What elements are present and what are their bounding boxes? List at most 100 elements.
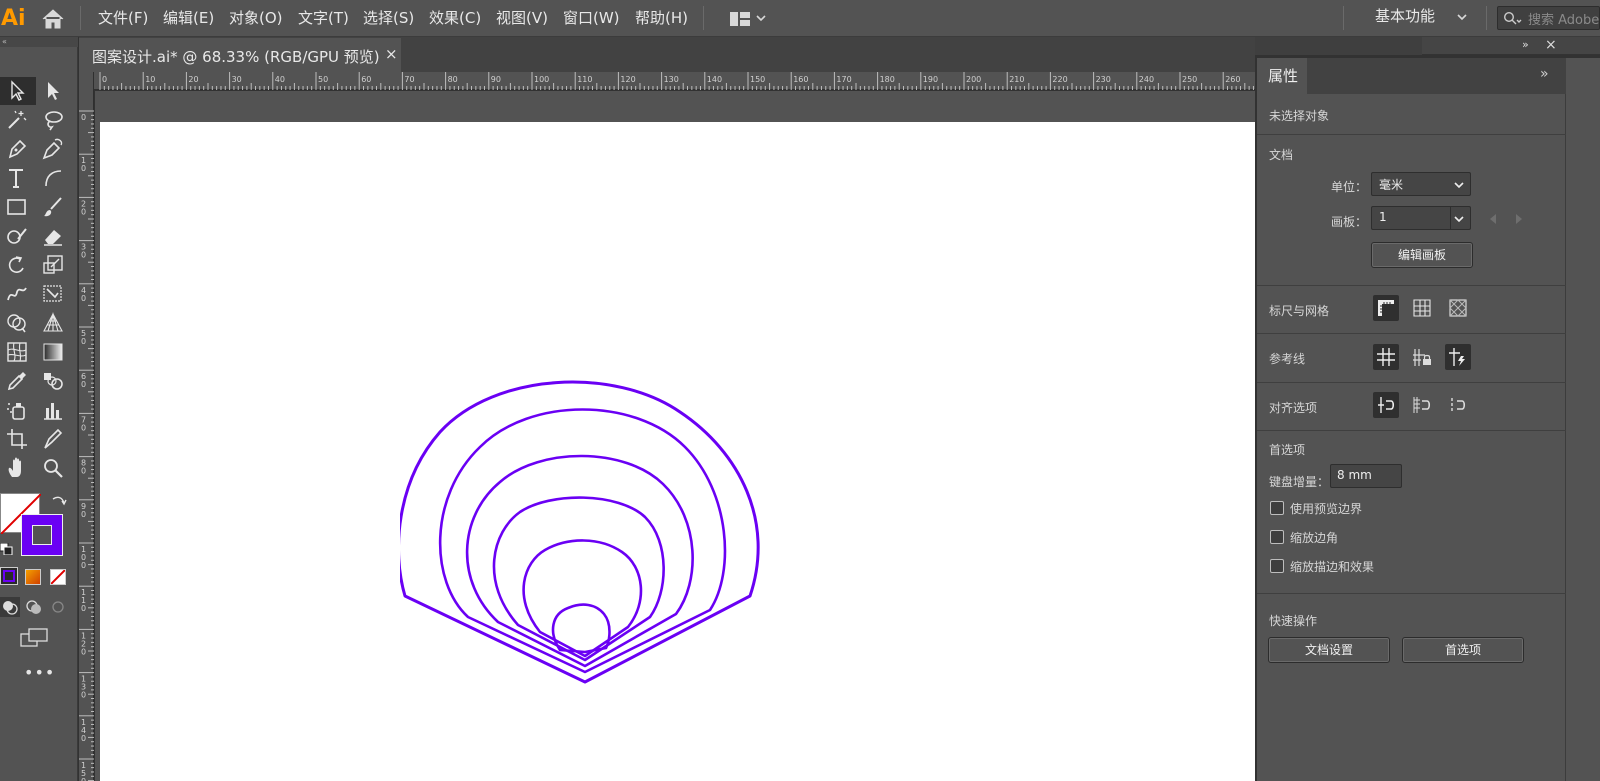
rulers-grids-label: 标尺与网格 [1269, 304, 1330, 318]
transparency-grid-button[interactable] [1445, 295, 1471, 321]
draw-normal-button[interactable] [0, 597, 20, 617]
search-input[interactable]: 搜索 Adobe [1497, 6, 1600, 30]
pen-tool[interactable] [0, 135, 36, 163]
chevron-down-icon[interactable] [1457, 14, 1467, 22]
preferences-button[interactable]: 首选项 [1402, 637, 1524, 663]
use-preview-bounds-checkbox[interactable] [1270, 501, 1284, 515]
menu-file[interactable]: 文件(F) [98, 0, 148, 37]
horizontal-ruler[interactable]: 0 10 20 30 40 50 60 70 80 90 100 110 120 130 140 150 160… [94, 72, 1255, 90]
menu-window[interactable]: 窗口(W) [563, 0, 620, 37]
menu-effect[interactable]: 效果(C) [429, 0, 481, 37]
tools-panel-header[interactable]: « [0, 37, 78, 47]
scale-strokes-checkbox[interactable] [1270, 559, 1284, 573]
close-icon[interactable]: × [1545, 37, 1557, 53]
more-tools-icon[interactable]: ••• [24, 663, 55, 682]
shaper-tool[interactable] [0, 222, 36, 250]
direct-selection-tool[interactable] [36, 77, 72, 105]
mesh-tool[interactable] [0, 338, 36, 366]
default-colors-icon[interactable] [0, 542, 14, 556]
type-tool[interactable] [0, 164, 36, 192]
tab-properties[interactable]: 属性 [1257, 58, 1307, 94]
document-tab[interactable]: 图案设计.ai* @ 68.33% (RGB/GPU 预览) × [79, 38, 401, 72]
vertical-ruler[interactable]: 0102030405060708090100110120130140150 [79, 72, 94, 781]
magic-wand-tool[interactable] [0, 106, 36, 134]
keyboard-increment-input[interactable]: 8 mm [1330, 464, 1402, 488]
ruler-label: 0 [81, 164, 86, 173]
swap-fill-stroke-icon[interactable] [50, 495, 68, 509]
document-setup-button[interactable]: 文档设置 [1268, 637, 1390, 663]
eraser-tool[interactable] [36, 222, 72, 250]
draw-inside-button[interactable] [48, 597, 68, 617]
shell-artwork[interactable] [400, 352, 780, 692]
artboard-dropdown[interactable]: 1 [1371, 206, 1471, 230]
column-graph-tool[interactable] [36, 396, 72, 424]
shape-builder-tool[interactable] [0, 309, 36, 337]
gradient-tool[interactable] [36, 338, 72, 366]
snap-to-point-button[interactable] [1373, 392, 1399, 418]
ruler-label: 240 [1139, 75, 1154, 84]
snap-point-icon [1378, 397, 1395, 413]
paintbrush-tool[interactable] [36, 193, 72, 221]
hand-tool[interactable] [0, 454, 36, 482]
workspace-switcher[interactable]: 基本功能 [1375, 0, 1435, 37]
selection-tool[interactable] [0, 77, 36, 105]
home-icon[interactable] [40, 7, 66, 31]
divider [1257, 593, 1566, 594]
perspective-grid-tool[interactable] [36, 309, 72, 337]
ruler-label: 200 [966, 75, 981, 84]
document-section-title: 文档 [1269, 148, 1294, 162]
warp-tool[interactable] [0, 280, 36, 308]
menu-type[interactable]: 文字(T) [298, 0, 349, 37]
menu-select[interactable]: 选择(S) [363, 0, 414, 37]
canvas-area[interactable] [95, 91, 1255, 781]
draw-behind-button[interactable] [24, 597, 44, 617]
free-transform-tool[interactable] [36, 280, 72, 308]
snap-to-glyph-button[interactable] [1445, 392, 1471, 418]
screen-mode-button[interactable] [20, 627, 50, 649]
color-mode-button[interactable] [0, 567, 18, 585]
blend-tool[interactable] [36, 367, 72, 395]
rectangle-tool[interactable] [0, 193, 36, 221]
zoom-tool[interactable] [36, 454, 72, 482]
divider [1257, 134, 1566, 135]
arrange-documents-button[interactable] [730, 9, 774, 29]
units-dropdown[interactable]: 毫米 [1371, 172, 1471, 196]
symbol-sprayer-tool[interactable] [0, 396, 36, 424]
scale-corners-checkbox[interactable] [1270, 530, 1284, 544]
previous-artboard-icon[interactable] [1489, 214, 1497, 224]
scale-corners-label: 缩放边角 [1290, 531, 1339, 545]
grid-toggle-button[interactable] [1409, 295, 1435, 321]
menu-object[interactable]: 对象(O) [229, 0, 283, 37]
slice-tool[interactable] [36, 425, 72, 453]
panel-collapsed-bar[interactable]: » × [1422, 37, 1600, 55]
properties-tab-bar: 属性 » [1257, 58, 1566, 94]
eyedropper-tool[interactable] [0, 367, 36, 395]
guides-toggle-button[interactable] [1373, 344, 1399, 370]
edit-artboards-button[interactable]: 编辑画板 [1371, 242, 1473, 268]
grid-icon [1413, 299, 1431, 317]
keyboard-increment-label: 键盘增量： [1269, 475, 1330, 489]
expand-panels-icon[interactable]: » [1522, 38, 1529, 51]
lasso-tool[interactable] [36, 106, 72, 134]
artboard-tool[interactable] [0, 425, 36, 453]
stroke-swatch[interactable] [21, 514, 63, 556]
rotate-tool[interactable] [0, 251, 36, 279]
none-mode-button[interactable] [50, 569, 66, 585]
curvature-tool[interactable] [36, 135, 72, 163]
gradient-mode-button[interactable] [25, 569, 41, 585]
collapse-panel-icon[interactable]: » [1540, 66, 1549, 82]
smart-guides-button[interactable] [1445, 344, 1471, 370]
artboard[interactable] [100, 122, 1255, 781]
ruler-toggle-button[interactable] [1373, 295, 1399, 321]
next-artboard-icon[interactable] [1515, 214, 1523, 224]
menu-help[interactable]: 帮助(H) [635, 0, 688, 37]
lock-guides-button[interactable] [1409, 344, 1435, 370]
ruler-label: 140 [707, 75, 722, 84]
arc-tool[interactable] [36, 164, 72, 192]
menu-view[interactable]: 视图(V) [496, 0, 548, 37]
menu-edit[interactable]: 编辑(E) [163, 0, 214, 37]
close-icon[interactable]: × [385, 45, 398, 63]
snap-to-pixel-button[interactable] [1409, 392, 1435, 418]
scale-tool[interactable] [36, 251, 72, 279]
ruler-label: 60 [361, 75, 371, 84]
